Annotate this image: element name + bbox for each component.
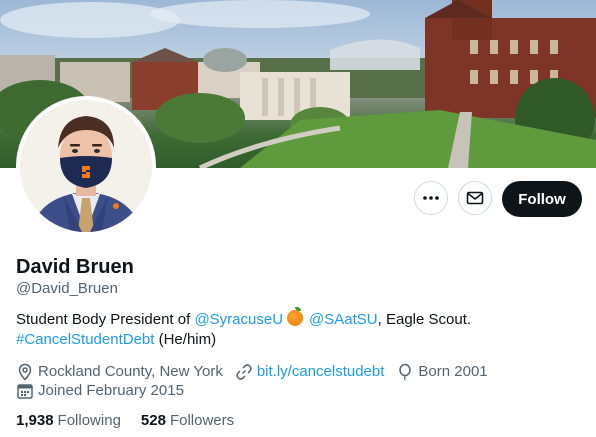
following-label: Following	[57, 412, 121, 429]
mail-icon	[466, 191, 484, 205]
meta-birth: Born 2001	[396, 363, 488, 381]
more-button[interactable]	[414, 181, 448, 215]
followers-label: Followers	[169, 412, 235, 429]
profile-meta-row: Rockland County, New York bit.ly/cancels…	[16, 363, 500, 381]
profile-bio: Student Body President of @SyracuseU @SAa…	[16, 307, 576, 350]
balloon-icon	[399, 363, 412, 381]
bio-text-prefix: Student Body President of	[16, 311, 195, 328]
follow-button[interactable]: Follow	[502, 181, 582, 217]
mention-saatsu-link[interactable]: @SAatSU	[309, 311, 378, 328]
hashtag-link[interactable]: #CancelStudentDebt	[16, 331, 154, 348]
followers-count: 528	[140, 412, 166, 429]
website-link[interactable]: bit.ly/cancelstudebt	[257, 363, 385, 381]
calendar-icon	[17, 384, 33, 399]
profile-stats: 1,938 Following 528 Followers	[16, 412, 254, 430]
followers-link[interactable]: 528 Followers	[141, 412, 234, 430]
profile-handle: @David_Bruen	[16, 280, 118, 297]
meta-location: Rockland County, New York	[16, 363, 223, 381]
meta-website[interactable]: bit.ly/cancelstudebt	[235, 363, 385, 381]
profile-joined-row: Joined February 2015	[16, 382, 196, 400]
bio-pronouns: (He/him)	[154, 331, 217, 348]
profile-avatar[interactable]	[16, 96, 156, 236]
message-button[interactable]	[458, 181, 492, 215]
mention-syracuseu-link[interactable]: @SyracuseU	[194, 311, 283, 328]
meta-joined: Joined February 2015	[16, 382, 184, 400]
profile-name: David Bruen	[16, 256, 134, 278]
joined-text: Joined February 2015	[38, 382, 184, 399]
following-count: 1,938	[16, 412, 54, 429]
orange-emoji-icon	[287, 307, 304, 326]
bio-text-suffix: , Eagle Scout.	[377, 311, 472, 328]
location-text: Rockland County, New York	[38, 363, 223, 380]
location-pin-icon	[18, 363, 32, 381]
link-icon	[236, 364, 252, 380]
more-horizontal-icon	[423, 196, 439, 200]
following-link[interactable]: 1,938 Following	[16, 412, 121, 430]
birth-text: Born 2001	[418, 363, 488, 380]
